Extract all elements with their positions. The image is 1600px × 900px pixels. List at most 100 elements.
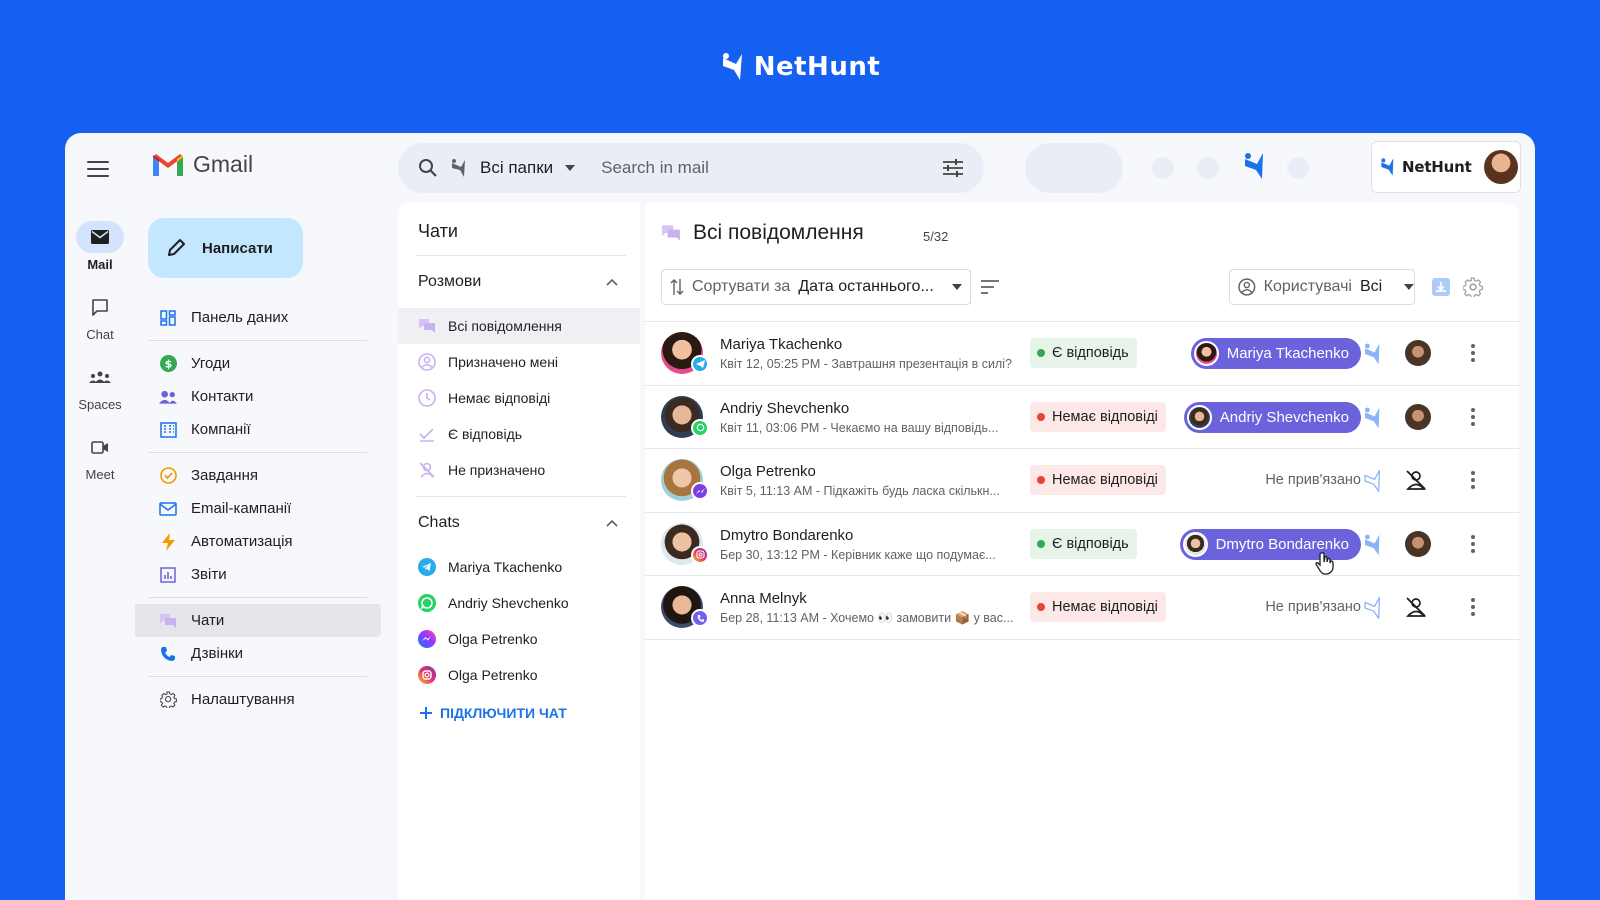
nethunt-icon[interactable]	[1243, 151, 1267, 181]
nav-label: Email-кампанії	[191, 500, 292, 517]
hand-cursor-icon	[1315, 551, 1334, 575]
nethunt-logo-text: NetHunt	[753, 52, 881, 82]
nav-automation[interactable]: Автоматизація	[135, 525, 381, 558]
sort-order-icon[interactable]	[980, 279, 1000, 295]
nav-label: Автоматизація	[191, 533, 293, 550]
nethunt-icon[interactable]	[1363, 533, 1383, 557]
search-icon[interactable]	[418, 158, 438, 178]
gear-icon[interactable]	[1463, 277, 1483, 297]
rail-item-chat[interactable]: Chat	[65, 291, 135, 342]
caret-down-icon	[951, 284, 962, 290]
chat-channel-item[interactable]: Olga Petrenko	[398, 657, 640, 693]
placeholder-dot	[1197, 157, 1219, 179]
nav-calls[interactable]: Дзвінки	[135, 637, 381, 670]
user-circle-icon	[1238, 278, 1256, 296]
nav-reports[interactable]: Звіти	[135, 558, 381, 591]
filter-assigned-to-me[interactable]: Призначено мені	[398, 344, 640, 380]
report-icon	[159, 566, 177, 584]
menu-icon[interactable]	[87, 161, 109, 177]
chat-channel-item[interactable]: Andriy Shevchenko	[398, 585, 640, 621]
table-row[interactable]: Andriy Shevchenko Квіт 11, 03:06 PM - Че…	[645, 386, 1519, 449]
nav-contacts[interactable]: Контакти	[135, 380, 381, 413]
nethunt-outline-icon[interactable]	[1363, 596, 1383, 620]
messages-list: Mariya Tkachenko Квіт 12, 05:25 PM - Зав…	[645, 321, 1519, 640]
more-options-icon[interactable]	[1471, 534, 1475, 553]
dashboard-icon	[159, 309, 177, 327]
gmail-logo[interactable]: Gmail	[153, 151, 253, 178]
filter-unassigned[interactable]: Не призначено	[398, 452, 640, 488]
nethunt-badge-text: NetHunt	[1402, 158, 1472, 176]
users-filter-dropdown[interactable]: Користувачі Всі	[1229, 269, 1415, 305]
pencil-icon	[168, 239, 185, 256]
owner-avatar[interactable]	[1405, 530, 1431, 557]
message-preview: Квіт 12, 05:25 PM - Завтрашня презентаці…	[720, 357, 1012, 371]
filter-label: Немає відповіді	[448, 390, 551, 406]
search-input[interactable]	[601, 158, 922, 178]
table-row[interactable]: Anna Melnyk Бер 28, 11:13 AM - Хочемо 👀 …	[645, 576, 1519, 640]
chat-icon	[76, 291, 124, 323]
nav-email-campaigns[interactable]: Email-кампанії	[135, 492, 381, 525]
check-icon	[419, 428, 434, 442]
check-circle-icon	[159, 467, 177, 485]
conversations-section-header[interactable]: Розмови	[398, 256, 640, 308]
lightning-icon	[159, 532, 177, 551]
more-options-icon[interactable]	[1471, 598, 1475, 616]
telegram-icon	[691, 355, 709, 373]
chevron-up-icon[interactable]	[606, 519, 618, 527]
caret-down-icon[interactable]	[565, 165, 576, 171]
nethunt-icon[interactable]	[1363, 406, 1383, 430]
gmail-wordmark: Gmail	[193, 151, 254, 177]
nav-settings[interactable]: Налаштування	[135, 683, 381, 716]
search-options-icon[interactable]	[942, 159, 964, 177]
nethunt-outline-icon[interactable]	[1363, 469, 1383, 493]
filter-no-reply[interactable]: Немає відповіді	[398, 380, 640, 416]
status-badge: Є відповідь	[1030, 528, 1137, 559]
compose-button[interactable]: Написати	[148, 218, 303, 278]
chats-icon	[159, 612, 177, 630]
rail-item-spaces[interactable]: Spaces	[65, 361, 135, 412]
rail-item-meet[interactable]: Meet	[65, 431, 135, 482]
folder-selector[interactable]: Всі папки	[480, 158, 553, 178]
avatar	[1186, 404, 1212, 430]
more-options-icon[interactable]	[1471, 407, 1475, 426]
sort-dropdown[interactable]: Сортувати за Дата останнього...	[661, 269, 999, 305]
user-off-icon[interactable]	[1405, 469, 1427, 491]
user-off-icon[interactable]	[1405, 596, 1427, 618]
assignee-chip[interactable]: Andriy Shevchenko	[1183, 401, 1361, 433]
chat-channel-item[interactable]: Mariya Tkachenko	[398, 549, 640, 585]
table-row[interactable]: Mariya Tkachenko Квіт 12, 05:25 PM - Зав…	[645, 322, 1519, 386]
search-bar: Всі папки	[398, 143, 984, 193]
nav-companies[interactable]: Компанії	[135, 413, 381, 446]
status-badge: Немає відповіді	[1030, 592, 1166, 622]
table-row[interactable]: Olga Petrenko Квіт 5, 11:13 AM - Підкажі…	[645, 449, 1519, 513]
assignee-chip[interactable]: Mariya Tkachenko	[1190, 338, 1361, 369]
owner-avatar[interactable]	[1405, 403, 1431, 430]
archive-icon[interactable]	[1431, 277, 1451, 297]
nav-divider	[149, 676, 367, 677]
message-preview: Квіт 5, 11:13 AM - Підкажіть будь ласка …	[720, 484, 1000, 498]
placeholder-pill	[1025, 143, 1123, 193]
nethunt-icon[interactable]	[1363, 342, 1383, 366]
page-title: Всі повідомлення	[693, 221, 864, 244]
nethunt-account-badge[interactable]: NetHunt	[1371, 141, 1521, 193]
nethunt-logo-icon	[722, 53, 742, 80]
chats-section-header[interactable]: Chats	[398, 497, 640, 549]
filter-replied[interactable]: Є відповідь	[398, 416, 640, 452]
table-row[interactable]: Dmytro Bondarenko Бер 30, 13:12 PM - Кер…	[645, 513, 1519, 576]
nav-chats[interactable]: Чати	[135, 604, 381, 637]
nav-deals[interactable]: $ Угоди	[135, 347, 381, 380]
chevron-up-icon[interactable]	[606, 278, 618, 286]
nav-tasks[interactable]: Завдання	[135, 459, 381, 492]
filter-label: Всі повідомлення	[448, 318, 562, 334]
nav-divider	[149, 340, 367, 341]
nav-dashboard[interactable]: Панель даних	[135, 301, 381, 334]
connect-chat-button[interactable]: ПІДКЛЮЧИТИ ЧАТ	[398, 705, 640, 721]
filter-all-messages[interactable]: Всі повідомлення	[398, 308, 640, 344]
rail-item-mail[interactable]: Mail	[65, 221, 135, 272]
more-options-icon[interactable]	[1471, 344, 1475, 362]
nethunt-filter-icon[interactable]	[450, 158, 468, 178]
chat-channel-item[interactable]: Olga Petrenko	[398, 621, 640, 657]
owner-avatar[interactable]	[1405, 340, 1431, 366]
more-options-icon[interactable]	[1471, 471, 1475, 489]
avatar[interactable]	[1483, 150, 1518, 184]
